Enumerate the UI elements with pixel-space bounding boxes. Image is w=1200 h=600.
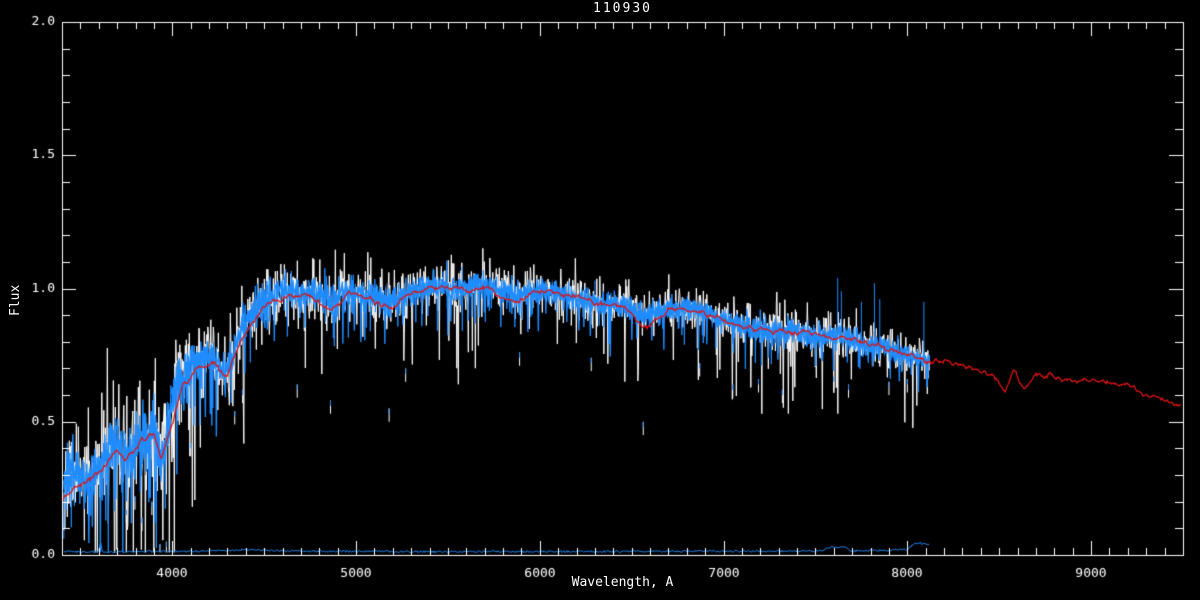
plot-title: 110930 — [593, 1, 652, 16]
spectrum-plot-canvas — [0, 0, 1200, 600]
y-axis-label: Flux — [8, 284, 23, 316]
spectrum-figure: 110930 Wavelength, A Flux — [0, 0, 1200, 600]
x-axis-label: Wavelength, A — [571, 575, 674, 590]
